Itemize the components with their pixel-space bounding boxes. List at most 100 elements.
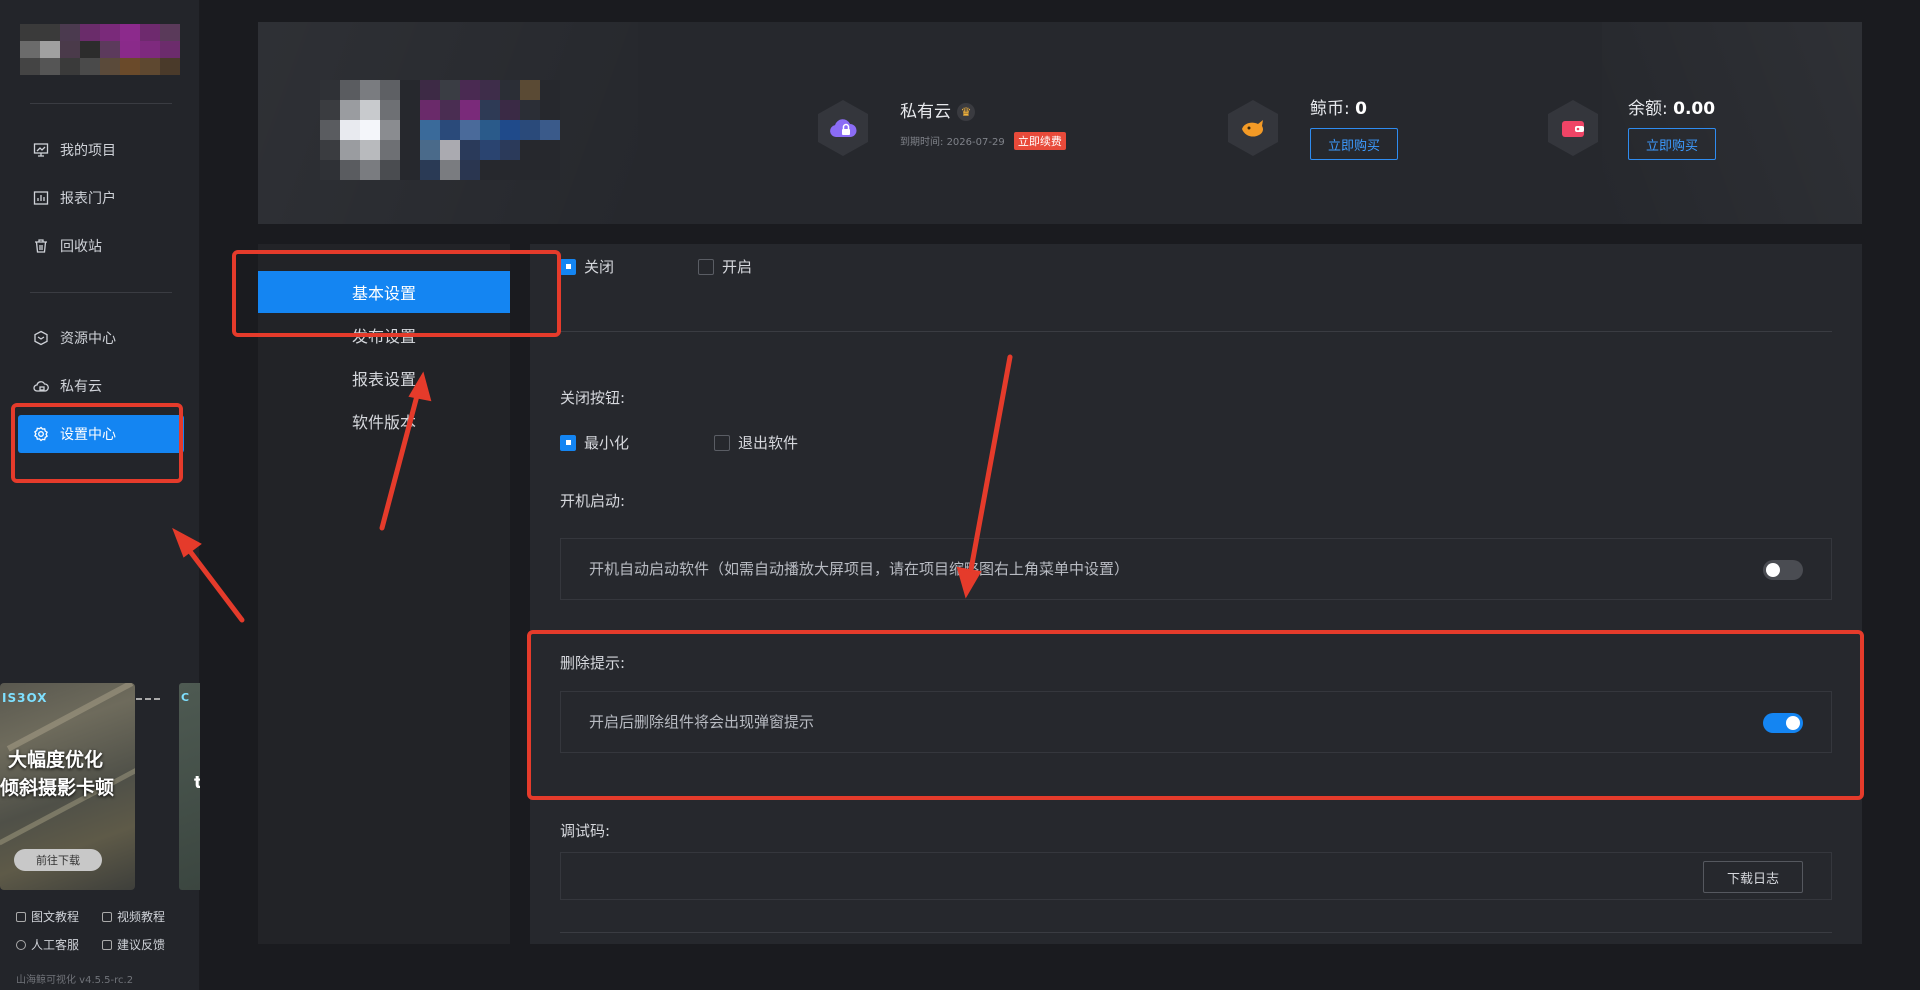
cloud-lock-icon [32,377,50,395]
link-label: 视频教程 [117,910,166,924]
download-log-button[interactable]: 下载日志 [1703,861,1803,893]
sidebar-item-my-projects[interactable]: 我的项目 [18,131,184,169]
divider [560,331,1832,332]
balance-badge [1548,100,1598,156]
coins-badge [1228,100,1278,156]
sidebar-item-report-portal[interactable]: 报表门户 [18,179,184,217]
private-cloud-title: 私有云 ♛ [900,97,975,122]
delete-prompt-row: 开启后删除组件将会出现弹窗提示 [560,691,1832,753]
autostart-description: 开机自动启动软件（如需自动播放大屏项目，请在项目缩略图右上角菜单中设置） [589,560,1130,578]
expiry-date: 2026-07-29 [946,137,1005,148]
close-button-label: 关闭按钮: [560,389,626,407]
divider [560,932,1832,933]
tutorial-link[interactable]: 图文教程 [16,908,79,925]
sidebar-item-label: 回收站 [60,239,102,255]
headset-icon [16,939,26,950]
tab-basic-settings[interactable]: 基本设置 [258,271,510,313]
settings-content: 关闭 开启 关闭按钮: 最小化 退出软件 开机启动: 开机自动启动软件（如需自动… [530,244,1862,944]
banner-subtitle: 倾斜摄影卡顿 [0,777,115,799]
banner-brand-partial: C [181,691,190,704]
autostart-row: 开机自动启动软件（如需自动播放大屏项目，请在项目缩略图右上角菜单中设置） [560,538,1832,600]
coins-title: 鲸币: 0 [1310,94,1367,119]
cloud-lock-icon [830,119,857,137]
tab-report-settings[interactable]: 报表设置 [258,357,510,399]
autostart-toggle[interactable] [1763,560,1803,580]
debug-code-row: 下载日志 [560,852,1832,900]
crown-icon: ♛ [957,103,975,121]
app-logo [20,24,180,76]
user-avatar [320,80,564,182]
monitor-chart-icon [32,141,50,159]
sidebar-item-label: 私有云 [60,379,102,395]
customer-service-link[interactable]: 人工客服 [16,936,79,953]
sidebar-item-label: 报表门户 [60,191,116,207]
option-minimize[interactable]: 最小化 [560,432,629,453]
debug-code-label: 调试码: [560,822,611,840]
buy-coins-button[interactable]: 立即购买 [1310,128,1398,160]
option-label: 开启 [722,258,753,276]
private-cloud-label: 私有云 [900,102,951,122]
promo-banner[interactable]: IS3OX 大幅度优化 倾斜摄影卡顿 前往下载 [0,683,135,890]
option-close[interactable]: 关闭 [560,256,614,277]
bar-chart-icon [32,189,50,207]
sidebar-item-label: 我的项目 [60,143,116,159]
banner-download-button[interactable]: 前往下载 [14,849,102,871]
feedback-icon [102,939,112,950]
option-label: 退出软件 [738,434,799,452]
tab-software-version[interactable]: 软件版本 [258,400,510,442]
private-cloud-badge [818,100,868,156]
tab-publish-settings[interactable]: 发布设置 [258,314,510,356]
expiry-label: 到期时间: [900,137,944,148]
trash-icon [32,237,50,255]
option-label: 最小化 [584,434,630,452]
settings-tabs: 基本设置 发布设置 报表设置 软件版本 [258,244,510,944]
coins-label: 鲸币: [1310,99,1350,119]
delete-prompt-toggle[interactable] [1763,713,1803,733]
link-label: 人工客服 [31,938,80,952]
option-label: 关闭 [584,258,615,276]
coins-value: 0 [1355,99,1367,119]
delete-prompt-description: 开启后删除组件将会出现弹窗提示 [589,713,815,731]
whale-coin-icon [1242,120,1263,137]
renew-button[interactable]: 立即续费 [1013,132,1066,150]
header-decoration [1602,22,1862,224]
divider [30,292,172,293]
banner-title: 大幅度优化 [8,749,104,771]
delete-prompt-label: 删除提示: [560,654,626,672]
document-icon [16,911,26,922]
wallet-icon [1562,121,1584,137]
sidebar-item-resource-center[interactable]: 资源中心 [18,319,184,357]
sidebar: 我的项目 报表门户 回收站 资源中心 私有云 设置中心 IS3OX 大幅度优化 [0,0,200,990]
gear-icon [32,425,50,443]
balance-title: 余额: 0.00 [1628,94,1715,119]
balance-value: 0.00 [1673,99,1716,119]
balance-label: 余额: [1628,99,1668,119]
video-tutorial-link[interactable]: 视频教程 [102,908,165,925]
checkbox[interactable] [560,434,576,451]
checkbox[interactable] [698,258,714,275]
option-exit-software[interactable]: 退出软件 [714,432,798,453]
divider [30,103,172,104]
link-label: 图文教程 [31,910,80,924]
carousel-indicator[interactable] [136,698,160,700]
buy-balance-button[interactable]: 立即购买 [1628,128,1716,160]
app-window: 我的项目 报表门户 回收站 资源中心 私有云 设置中心 IS3OX 大幅度优化 [0,0,1920,990]
sidebar-item-label: 设置中心 [60,427,116,443]
sidebar-item-label: 资源中心 [60,331,116,347]
sidebar-item-recycle-bin[interactable]: 回收站 [18,227,184,265]
video-icon [102,911,112,922]
option-open[interactable]: 开启 [698,256,752,277]
checkbox[interactable] [714,434,730,451]
expiry-info: 到期时间: 2026-07-29 立即续费 [900,132,1066,150]
banner-brand: IS3OX [2,691,48,705]
cube-icon [32,329,50,347]
sidebar-item-private-cloud[interactable]: 私有云 [18,367,184,405]
checkbox[interactable] [560,258,576,275]
autostart-label: 开机启动: [560,492,626,510]
link-label: 建议反馈 [117,938,166,952]
feedback-link[interactable]: 建议反馈 [102,936,165,953]
app-version: 山海鲸可视化 v4.5.5-rc.2 [16,975,134,986]
sidebar-item-settings-center[interactable]: 设置中心 [18,415,184,453]
promo-banner-next[interactable]: C t [179,683,200,890]
banner-title-partial: t [194,773,200,793]
